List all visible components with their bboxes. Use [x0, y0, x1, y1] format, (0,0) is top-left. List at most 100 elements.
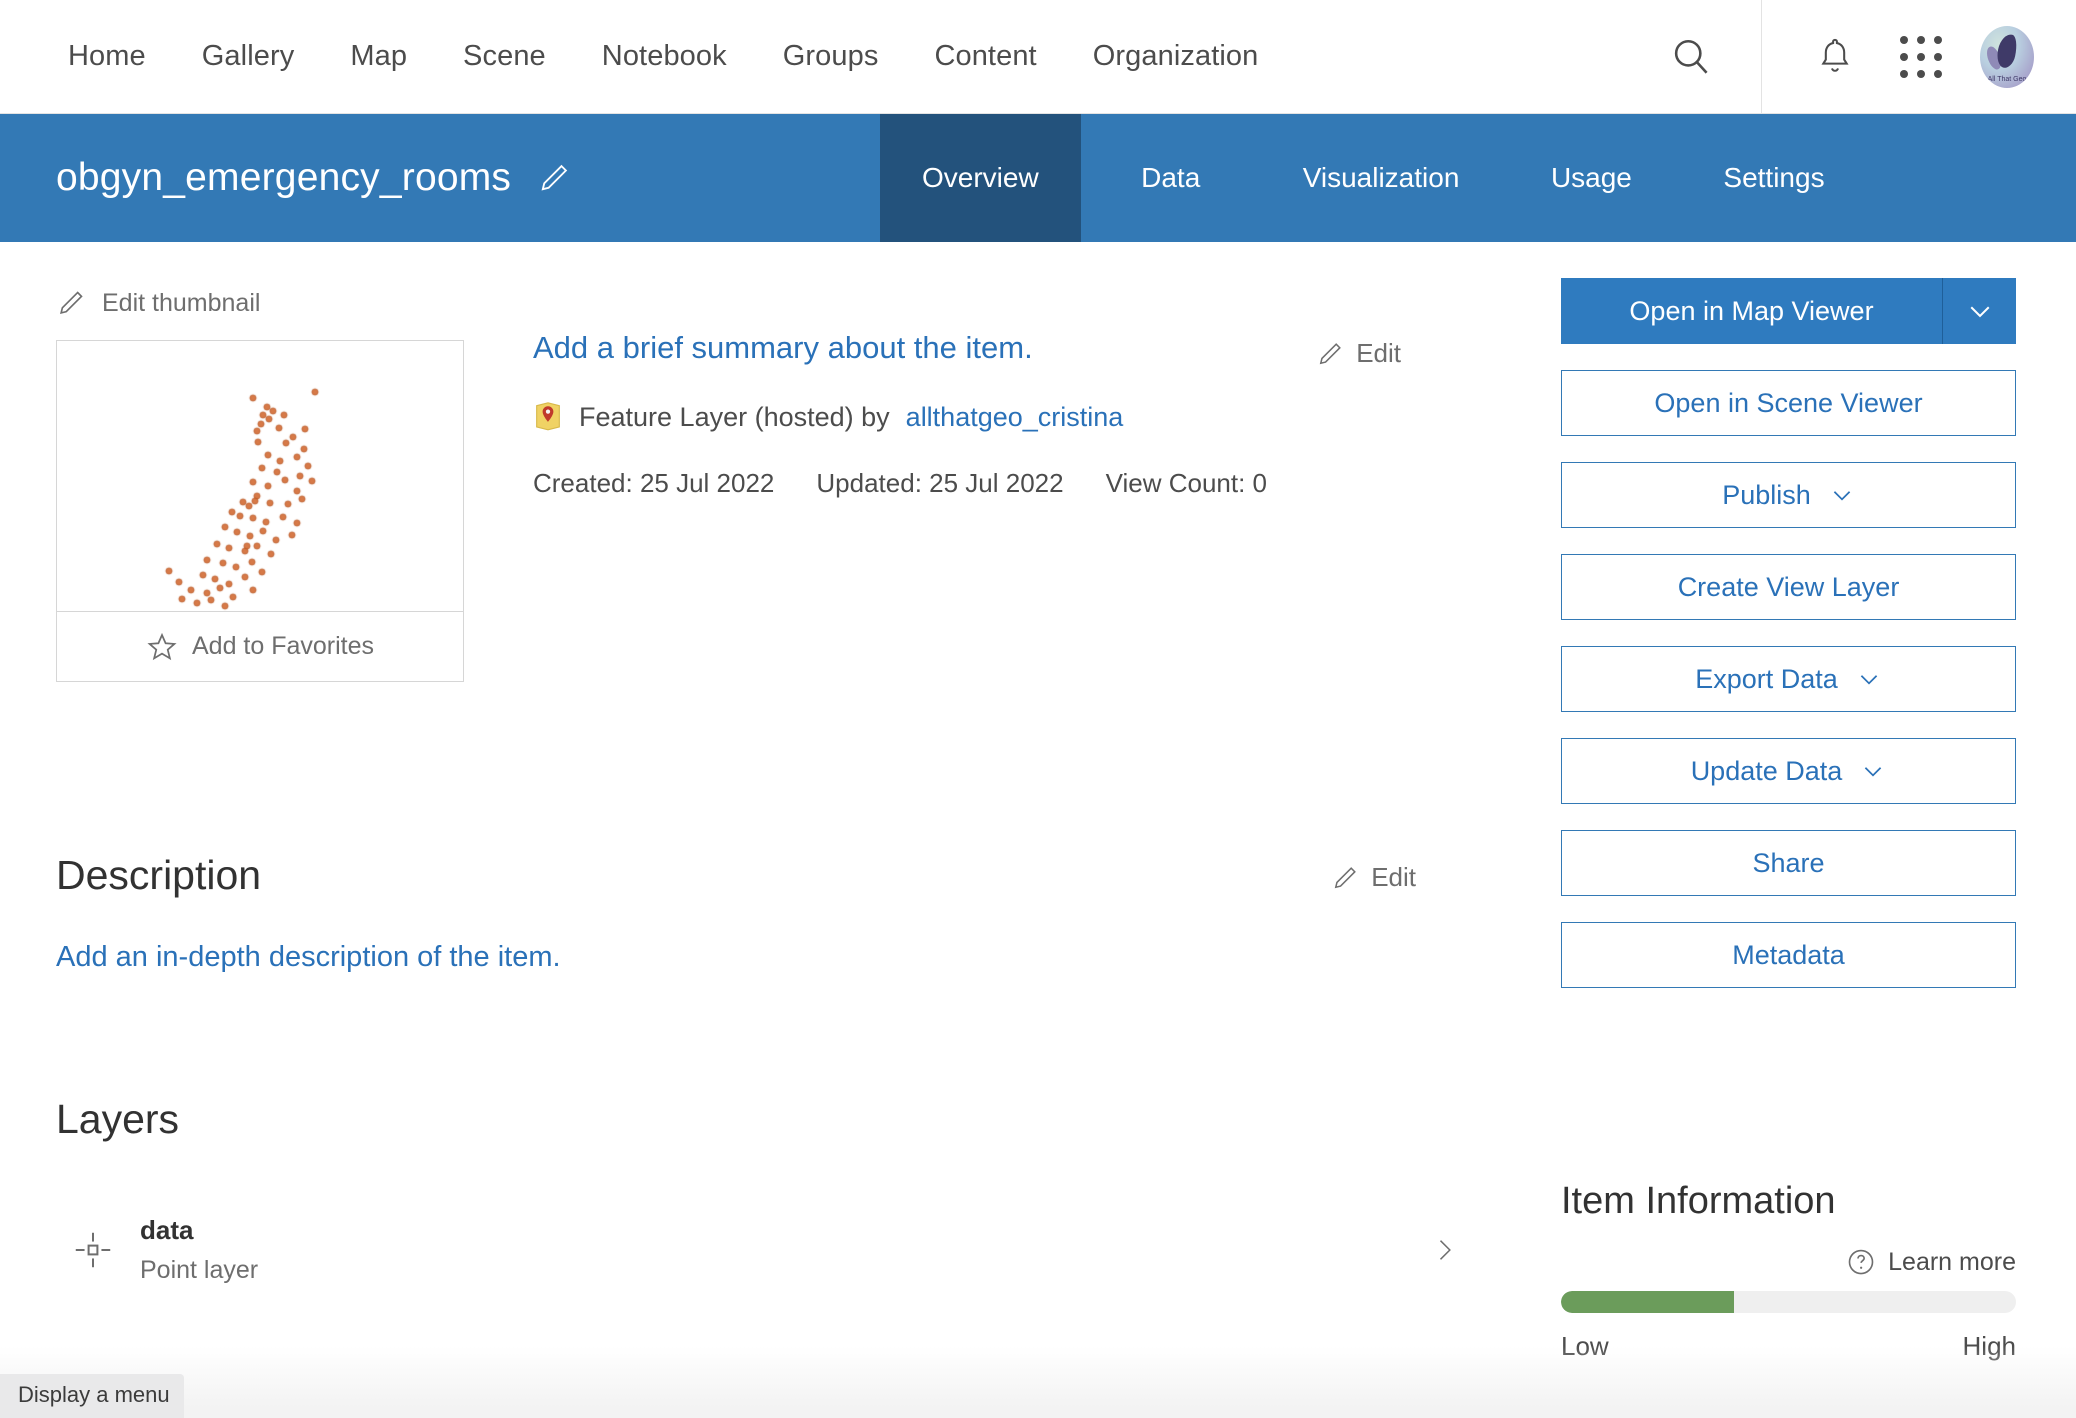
point-layer-icon — [71, 1228, 115, 1272]
completeness-low-label: Low — [1561, 1331, 1609, 1362]
terms-of-use-section: Terms of Use Edit — [56, 1403, 1476, 1418]
app-launcher-grid-icon — [1900, 36, 1942, 78]
create-view-layer-label: Create View Layer — [1678, 572, 1900, 603]
export-data-button[interactable]: Export Data — [1561, 646, 2016, 712]
pencil-icon — [1331, 864, 1359, 892]
layer-expand-button[interactable] — [1430, 1236, 1458, 1264]
open-in-map-viewer-dropdown[interactable] — [1942, 278, 2016, 344]
notifications-button[interactable] — [1792, 14, 1878, 100]
create-view-layer-button[interactable]: Create View Layer — [1561, 554, 2016, 620]
add-description-link[interactable]: Add an in-depth description of the item. — [56, 941, 1476, 974]
list-item[interactable]: data Point layer — [56, 1215, 1476, 1285]
update-data-label: Update Data — [1691, 756, 1843, 787]
open-in-scene-viewer-label: Open in Scene Viewer — [1654, 388, 1922, 419]
metadata-button[interactable]: Metadata — [1561, 922, 2016, 988]
item-page-body: Edit thumbnail Add to Favorites Add a br… — [0, 242, 2076, 1418]
publish-button[interactable]: Publish — [1561, 462, 2016, 528]
pencil-icon — [56, 288, 86, 318]
update-data-button[interactable]: Update Data — [1561, 738, 2016, 804]
description-section: Description Edit Add an in-depth descrip… — [56, 852, 1476, 974]
open-in-map-viewer-button[interactable]: Open in Map Viewer — [1561, 278, 2016, 344]
chevron-down-icon — [1829, 482, 1855, 508]
nav-item-home[interactable]: Home — [40, 40, 174, 73]
description-heading: Description — [56, 852, 1476, 899]
edit-description-button[interactable]: Edit — [1331, 862, 1416, 893]
share-label: Share — [1752, 848, 1824, 879]
tab-overview[interactable]: Overview — [880, 114, 1081, 242]
item-completeness-bar — [1561, 1291, 2016, 1313]
layer-subtitle: Point layer — [140, 1256, 258, 1285]
item-main-column: Edit thumbnail Add to Favorites Add a br… — [0, 242, 1545, 1418]
item-information-heading: Item Information — [1561, 1180, 2016, 1223]
global-header-actions: All That Geo — [1633, 0, 2076, 113]
item-thumbnail[interactable] — [56, 340, 464, 612]
chevron-right-icon — [1430, 1236, 1458, 1264]
item-completeness-fill — [1561, 1291, 1734, 1313]
view-count: View Count: 0 — [1106, 468, 1267, 499]
nav-item-content[interactable]: Content — [906, 40, 1064, 73]
edit-thumbnail-label: Edit thumbnail — [102, 289, 260, 318]
tab-usage[interactable]: Usage — [1501, 114, 1681, 242]
completeness-high-label: High — [1963, 1331, 2016, 1362]
global-nav-links: Home Gallery Map Scene Notebook Groups C… — [0, 40, 1286, 73]
pencil-icon — [1331, 1411, 1359, 1418]
item-owner-link[interactable]: allthatgeo_cristina — [906, 402, 1124, 433]
search-button[interactable] — [1633, 0, 1761, 113]
item-summary-block: Add a brief summary about the item. Edit… — [533, 288, 1473, 499]
item-tabs: Overview Data Visualization Usage Settin… — [880, 114, 1867, 242]
item-meta-row: Created: 25 Jul 2022 Updated: 25 Jul 202… — [533, 468, 1473, 499]
edit-title-button[interactable] — [537, 161, 571, 195]
layers-section: Layers data Point layer — [56, 1096, 1476, 1285]
nav-item-organization[interactable]: Organization — [1065, 40, 1287, 73]
publish-label: Publish — [1722, 480, 1811, 511]
pencil-icon — [1316, 340, 1344, 368]
layers-heading: Layers — [56, 1096, 1476, 1143]
learn-more-link[interactable]: Learn more — [1561, 1247, 2016, 1277]
global-header: Home Gallery Map Scene Notebook Groups C… — [0, 0, 2076, 114]
created-date: Created: 25 Jul 2022 — [533, 468, 774, 499]
notifications-bell-icon — [1816, 35, 1854, 79]
edit-summary-button[interactable]: Edit — [1316, 338, 1401, 369]
search-icon — [1669, 35, 1713, 79]
item-completeness-labels: Low High — [1561, 1331, 2016, 1362]
question-circle-icon — [1846, 1247, 1876, 1277]
tab-settings[interactable]: Settings — [1681, 114, 1866, 242]
nav-item-gallery[interactable]: Gallery — [174, 40, 323, 73]
avatar: All That Geo — [1980, 26, 2034, 88]
item-type-text: Feature Layer (hosted) by — [579, 402, 890, 433]
chevron-down-icon — [1965, 296, 1995, 326]
edit-terms-label: Edit — [1371, 1409, 1416, 1418]
add-summary-link[interactable]: Add a brief summary about the item. — [533, 330, 1033, 366]
metadata-label: Metadata — [1732, 940, 1845, 971]
user-avatar-button[interactable]: All That Geo — [1964, 14, 2050, 100]
item-actions-column: Open in Map Viewer Open in Scene Viewer … — [1545, 242, 2076, 1418]
add-to-favorites-button[interactable]: Add to Favorites — [56, 612, 464, 682]
star-icon — [146, 631, 178, 663]
app-launcher-button[interactable] — [1878, 14, 1964, 100]
edit-terms-button[interactable]: Edit — [1331, 1409, 1416, 1418]
tab-data[interactable]: Data — [1081, 114, 1261, 242]
open-in-map-viewer-label: Open in Map Viewer — [1561, 278, 1942, 344]
export-data-label: Export Data — [1695, 664, 1838, 695]
thumbnail-scatter-image — [57, 341, 463, 611]
share-button[interactable]: Share — [1561, 830, 2016, 896]
nav-item-scene[interactable]: Scene — [435, 40, 574, 73]
tab-visualization[interactable]: Visualization — [1261, 114, 1502, 242]
item-header-bar: obgyn_emergency_rooms Overview Data Visu… — [0, 114, 2076, 242]
nav-item-map[interactable]: Map — [322, 40, 435, 73]
pencil-icon — [537, 161, 571, 195]
nav-item-notebook[interactable]: Notebook — [574, 40, 755, 73]
add-to-favorites-label: Add to Favorites — [192, 632, 374, 661]
status-tooltip: Display a menu — [0, 1374, 184, 1418]
chevron-down-icon — [1856, 666, 1882, 692]
edit-summary-label: Edit — [1356, 338, 1401, 369]
edit-description-label: Edit — [1371, 862, 1416, 893]
open-in-scene-viewer-button[interactable]: Open in Scene Viewer — [1561, 370, 2016, 436]
learn-more-label: Learn more — [1888, 1248, 2016, 1277]
avatar-label: All That Geo — [1988, 76, 2027, 83]
layer-name: data — [140, 1215, 258, 1246]
nav-item-groups[interactable]: Groups — [755, 40, 907, 73]
chevron-down-icon — [1860, 758, 1886, 784]
terms-heading: Terms of Use — [56, 1403, 1476, 1418]
item-information-panel: Item Information Learn more Low High — [1561, 1180, 2016, 1362]
